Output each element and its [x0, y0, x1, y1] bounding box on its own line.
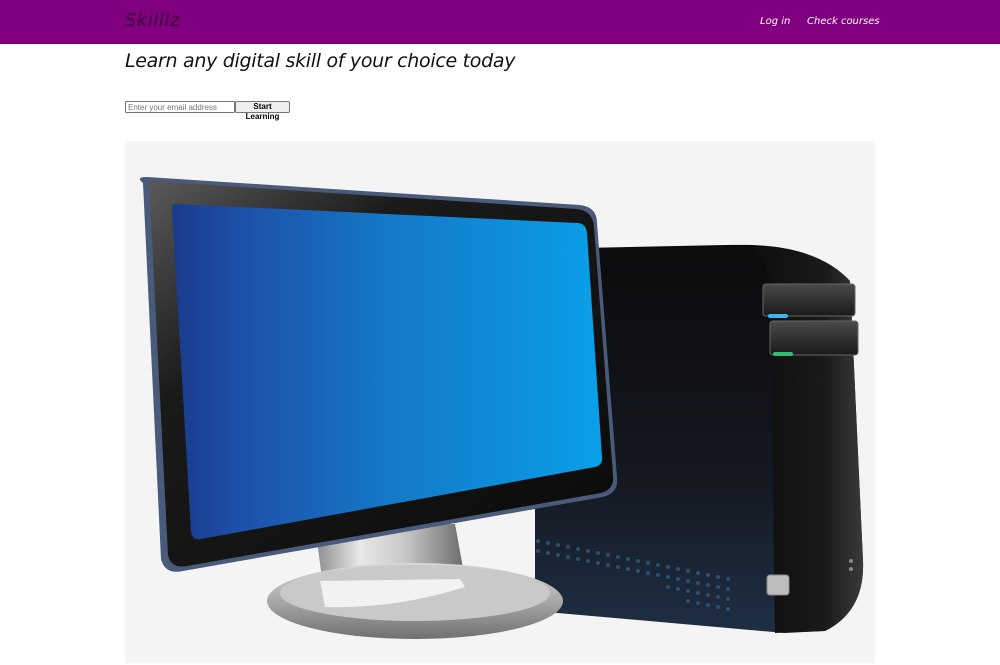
brand-logo[interactable]: Skilllz	[125, 10, 180, 31]
email-input[interactable]	[125, 101, 235, 113]
hero-image	[125, 141, 875, 663]
nav-link-login[interactable]: Log in	[760, 16, 790, 27]
nav-link-check-courses[interactable]: Check courses	[807, 16, 880, 27]
desktop-computer-illustration	[139, 177, 864, 639]
navbar: Skilllz Log in Check courses	[0, 0, 1000, 44]
hero-headline: Learn any digital skill of your choice t…	[125, 50, 516, 72]
start-learning-button[interactable]: Start Learning	[235, 101, 290, 121]
